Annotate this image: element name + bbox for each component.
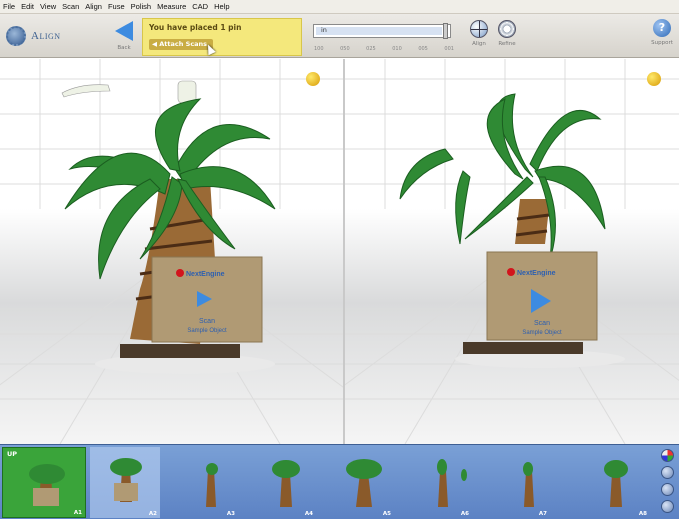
mode-label: Align bbox=[31, 30, 61, 42]
menu-measure[interactable]: Measure bbox=[157, 2, 186, 11]
thumb-label: A7 bbox=[538, 511, 547, 517]
strip-side-controls bbox=[658, 447, 676, 518]
color-wheel-icon[interactable] bbox=[660, 449, 674, 462]
menu-polish[interactable]: Polish bbox=[131, 2, 151, 11]
box-brand-text: NextEngine bbox=[517, 270, 556, 277]
status-panel: You have placed 1 pin ◀ Attach Scans bbox=[142, 18, 302, 56]
menu-edit[interactable]: Edit bbox=[21, 2, 34, 11]
box-brand-text: NextEngine bbox=[186, 271, 225, 278]
up-thumbnail[interactable]: UP A1 bbox=[2, 447, 86, 518]
align-tool-label: Align bbox=[472, 41, 486, 47]
thumb-label: A1 bbox=[73, 510, 82, 516]
status-message: You have placed 1 pin bbox=[149, 23, 242, 32]
gear-icon bbox=[6, 26, 26, 46]
slider-tick: 005 bbox=[418, 46, 428, 52]
slider-unit: in bbox=[321, 26, 327, 34]
scan-thumbnail[interactable]: A8 bbox=[580, 447, 650, 518]
slider-handle[interactable] bbox=[443, 23, 448, 39]
slider-tick: 010 bbox=[392, 46, 402, 52]
menu-scan[interactable]: Scan bbox=[62, 2, 79, 11]
toolbar: Align Back You have placed 1 pin ◀ Attac… bbox=[0, 14, 679, 58]
viewport-right[interactable]: NextEngine Scan Sample Object bbox=[345, 59, 679, 444]
slider-ticks: 100 050 025 010 005 001 bbox=[314, 46, 454, 52]
refine-tool-button[interactable]: Refine bbox=[496, 20, 518, 56]
scan-thumbnail[interactable]: A6 bbox=[402, 447, 472, 518]
orientation-ball-icon[interactable] bbox=[647, 72, 661, 86]
support-label: Support bbox=[651, 40, 673, 46]
menu-help[interactable]: Help bbox=[214, 2, 229, 11]
thumb-label: A3 bbox=[226, 511, 235, 517]
box-sample-text: Sample Object bbox=[522, 330, 562, 336]
slider-tick: 025 bbox=[366, 46, 376, 52]
thumbnail-image bbox=[206, 463, 218, 507]
sphere-icon[interactable] bbox=[660, 500, 674, 513]
thumbnail-image bbox=[523, 462, 534, 507]
scan-thumbnail[interactable]: A3 bbox=[168, 447, 238, 518]
attach-scans-button[interactable]: ◀ Attach Scans bbox=[149, 39, 213, 50]
thumbnail-image bbox=[110, 458, 142, 502]
back-label: Back bbox=[117, 45, 131, 51]
thumb-label: A6 bbox=[460, 511, 469, 517]
thumb-label: A8 bbox=[638, 511, 647, 517]
box-scan-text: Scan bbox=[199, 318, 215, 325]
refine-icon bbox=[498, 20, 516, 38]
scan-thumbnail-strip: UP A1 A2 A3 A4 A5 A6 A7 A8 bbox=[0, 444, 679, 519]
up-label: UP bbox=[7, 450, 18, 458]
thumbnail-image bbox=[604, 460, 628, 507]
up-thumbnail-image bbox=[29, 464, 65, 506]
scene-right: NextEngine Scan Sample Object bbox=[345, 59, 679, 444]
menu-bar: File Edit View Scan Align Fuse Polish Me… bbox=[0, 0, 679, 14]
sphere-icon[interactable] bbox=[660, 483, 674, 496]
refine-tool-label: Refine bbox=[498, 41, 516, 47]
help-icon: ? bbox=[653, 19, 671, 37]
menu-cad[interactable]: CAD bbox=[192, 2, 208, 11]
thumb-label: A2 bbox=[148, 511, 157, 517]
back-button[interactable]: Back bbox=[110, 18, 138, 54]
thumb-label: A4 bbox=[304, 511, 313, 517]
menu-file[interactable]: File bbox=[3, 2, 15, 11]
slider-tick: 050 bbox=[340, 46, 350, 52]
slider-tick: 001 bbox=[444, 46, 454, 52]
menu-fuse[interactable]: Fuse bbox=[108, 2, 125, 11]
scan-thumbnail[interactable]: A5 bbox=[324, 447, 394, 518]
thumb-label: A5 bbox=[382, 511, 391, 517]
thumbnail-image bbox=[437, 459, 467, 507]
mode-indicator: Align bbox=[6, 20, 72, 52]
thumbnail-image bbox=[346, 459, 382, 507]
sphere-icon[interactable] bbox=[660, 466, 674, 479]
align-tool-button[interactable]: Align bbox=[468, 20, 490, 56]
globe-icon bbox=[470, 20, 488, 38]
menu-view[interactable]: View bbox=[40, 2, 56, 11]
viewport-left[interactable]: NextEngine Scan Sample Object bbox=[0, 59, 343, 444]
menu-align[interactable]: Align bbox=[85, 2, 102, 11]
tolerance-slider[interactable]: in bbox=[313, 24, 451, 38]
support-button[interactable]: ? Support bbox=[648, 19, 676, 55]
thumbnail-image bbox=[272, 460, 300, 507]
scan-thumbnail[interactable]: A2 bbox=[90, 447, 160, 518]
scene-left: NextEngine Scan Sample Object bbox=[0, 59, 343, 444]
scan-thumbnail[interactable]: A4 bbox=[246, 447, 316, 518]
slider-tick: 100 bbox=[314, 46, 324, 52]
orientation-ball-icon[interactable] bbox=[306, 72, 320, 86]
scan-thumbnail[interactable]: A7 bbox=[480, 447, 550, 518]
box-scan-text: Scan bbox=[534, 320, 550, 327]
back-arrow-icon bbox=[115, 21, 133, 41]
box-sample-text: Sample Object bbox=[187, 328, 227, 334]
slider-track-fill bbox=[316, 27, 442, 35]
